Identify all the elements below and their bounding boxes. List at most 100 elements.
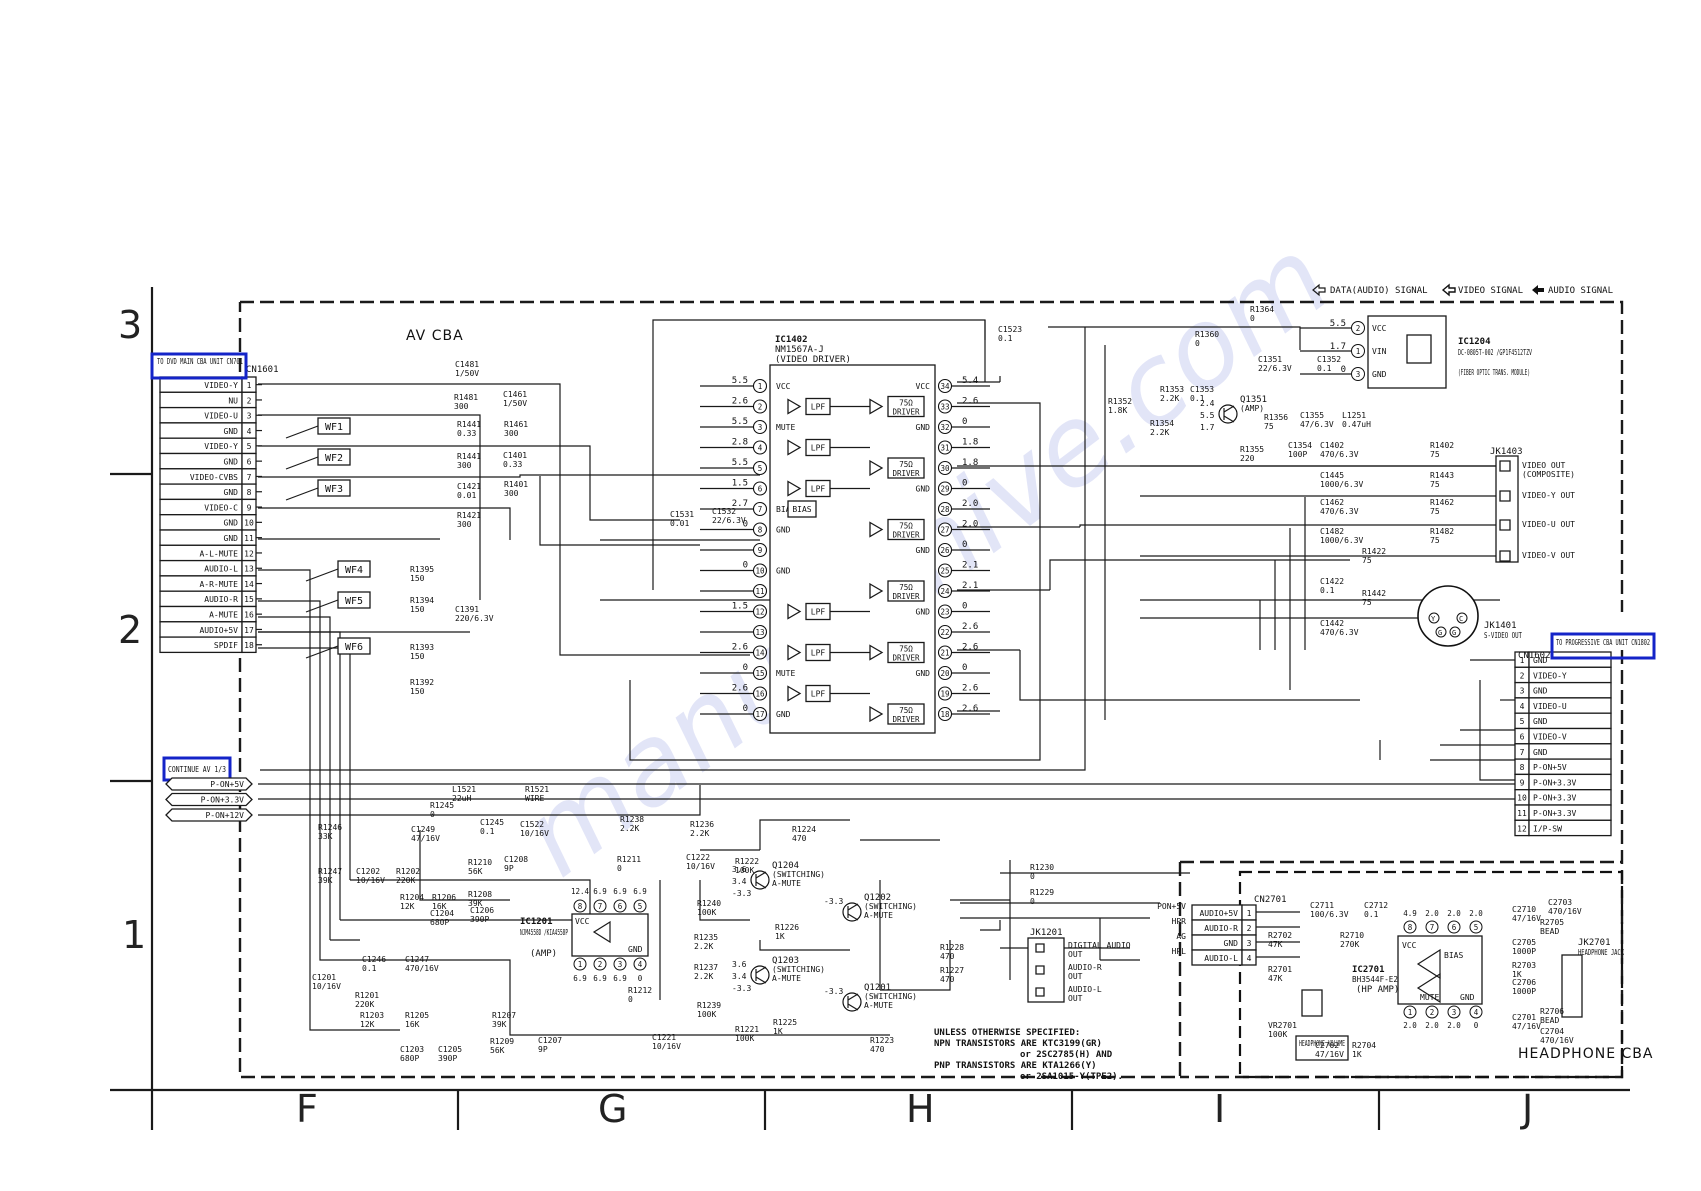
transistor-voltage: -3.3 (732, 889, 751, 898)
cn1602-pin-number: 8 (1520, 763, 1525, 772)
component-ref: R1245 (430, 801, 454, 810)
ic1402-pin-name: GND (916, 608, 931, 617)
component-ref: R1354 (1150, 419, 1174, 428)
component-value: 47K (1268, 974, 1283, 983)
component-ref: R1237 (694, 963, 718, 972)
jack-contact (1035, 987, 1045, 997)
component-value: 47K (1268, 940, 1283, 949)
ic1402-pin-voltage: 2.6 (962, 643, 978, 653)
component-value: 150 (410, 574, 425, 583)
cn1601-pin-name: VIDEO-Y (204, 442, 238, 451)
ic2701-pin-voltage: 2.0 (1447, 1021, 1461, 1030)
transistor-voltage: -3.3 (824, 987, 843, 996)
component-ref: C1445 (1320, 471, 1344, 480)
ic1402-func: (VIDEO DRIVER) (775, 355, 851, 365)
ic2701-pin-number: 8 (1408, 923, 1413, 932)
transistor-voltage: -3.3 (824, 897, 843, 906)
cn1602-pin-name: P-ON+5V (1533, 763, 1567, 772)
continue-label: CONTINUE AV 1/3 (168, 765, 226, 774)
cn2701-net-label: PON+5V (1157, 902, 1186, 911)
ic1201-pin-voltage: 6.9 (573, 974, 587, 983)
component-value: 2.2K (1160, 394, 1179, 403)
component-ref: R1203 (360, 1011, 384, 1020)
component-value: 470/16V (1548, 907, 1582, 916)
ic1402-pin-voltage: 2.6 (962, 622, 978, 632)
ic1402-pin-number: 17 (755, 710, 764, 719)
ic1201-pin-voltage: 0 (638, 974, 643, 983)
cn1602: 1 GND2 VIDEO-Y3 GND4 VIDEO-U5 GND6 VIDEO-V7 GND… (1514, 632, 1656, 837)
row-label: 3 (118, 303, 142, 347)
component-ref: R1209 (490, 1037, 514, 1046)
cn1601-pin-number: 8 (247, 488, 252, 497)
cn1601-pin-number: 3 (247, 412, 252, 421)
component-ref: R1208 (468, 890, 492, 899)
note-line: or 2SA1015-Y(TPE2). (1020, 1072, 1123, 1082)
transistor-func: A-MUTE (772, 879, 801, 888)
cn1601-pin-number: 12 (244, 549, 254, 558)
component-ref: C1201 (312, 973, 336, 982)
ic1402-pin-voltage: 2.6 (962, 397, 978, 407)
ic1402-part: NM1567A-J (775, 345, 824, 355)
ic1402-pin-voltage: 2.1 (962, 561, 978, 571)
ic1201-pin-voltage: 6.9 (633, 887, 647, 896)
component-value: 10/16V (686, 862, 715, 871)
component-value: 1000/6.3V (1320, 536, 1364, 545)
component-ref: R1223 (870, 1036, 894, 1045)
waveform-labels: WF1 WF2 WF3 WF4 WF5 WF6 (285, 417, 371, 659)
ic1402-pin-voltage: 0 (962, 479, 967, 489)
ic2701-pin-voltage: 2.0 (1469, 909, 1483, 918)
component-ref: R1207 (492, 1011, 516, 1020)
component-value: 150 (410, 687, 425, 696)
cn2701-net-label: HPR (1172, 917, 1187, 926)
component-value: 75 (1362, 598, 1372, 607)
cn1602-pin-name: GND (1533, 687, 1548, 696)
component-value: 0.1 (1190, 394, 1205, 403)
ic1402-pin-name: GND (916, 423, 931, 432)
ic1201-pin-number: 1 (578, 960, 583, 969)
ic1402-pin-number: 33 (940, 403, 949, 412)
component-ref: R1481 (454, 393, 478, 402)
jack-contact (1499, 550, 1511, 562)
jack-contact (1499, 519, 1511, 531)
component-ref: R1210 (468, 858, 492, 867)
ic1402-pin-voltage: 0 (962, 417, 967, 427)
component-value: 39K (492, 1020, 507, 1029)
cn1601: VIDEO-Y 1 NU 2 VIDEO-U 3 GND 4 VIDEO-Y 5 GND 6 VIDEO… (150, 352, 279, 654)
ic1402-pin-number: 1 (758, 382, 763, 391)
component-value: 75 (1430, 507, 1440, 516)
ic1201-pin-voltage: 12.4 (571, 887, 590, 896)
ic1402-pin-number: 13 (755, 628, 764, 637)
jk1201-out-label: OUT (1068, 972, 1083, 981)
component-value: 75 (1430, 450, 1440, 459)
component-value: 47/16V (1512, 914, 1541, 923)
component-ref: C1355 (1300, 411, 1324, 420)
component-value: 10/16V (312, 982, 341, 991)
ic2701-pin-number: 5 (1474, 923, 1479, 932)
component-value: 1K (1352, 1050, 1362, 1059)
component-value: 1K (773, 1027, 783, 1036)
component-value: 22/6.3V (1258, 364, 1292, 373)
ic2701-ref: IC2701 (1352, 965, 1385, 975)
component-value: 0 (1030, 872, 1035, 881)
ic1201-pin-voltage: 6.9 (613, 974, 627, 983)
component-value: 0.1 (362, 964, 377, 973)
component-value: 1.8K (1108, 406, 1127, 415)
component-value: 470/16V (1540, 1036, 1574, 1045)
component-ref: R1238 (620, 815, 644, 824)
component-value: 470/6.3V (1320, 628, 1359, 637)
schematic-diagram: manualshive.com DATA(AUDIO) SIGNAL VIDEO… (110, 213, 1656, 1131)
ic1402-pin-number: 34 (940, 382, 950, 391)
component-value: 470/6.3V (1320, 450, 1359, 459)
transistor-voltage: 3.4 (732, 972, 747, 981)
waveform-pointer (285, 425, 319, 439)
cn1601-to-label: TO DVD MAIN CBA UNIT CN701 (157, 357, 243, 366)
component-ref: C1351 (1258, 355, 1282, 364)
notes-block: UNLESS OTHERWISE SPECIFIED: NPN TRANSIST… (934, 1028, 1123, 1082)
cn1602-pin-name: P-ON+3.3V (1533, 809, 1577, 818)
cn1601-pin-name: AUDIO-L (204, 565, 238, 574)
ic2701-pin-number: 1 (1408, 1008, 1413, 1017)
ic1402-pin-voltage: 2.6 (732, 397, 748, 407)
component-ref: R1355 (1240, 445, 1264, 454)
cn2701-pin-number: 3 (1247, 939, 1252, 948)
ic2701-pin-number: 2 (1430, 1008, 1435, 1017)
